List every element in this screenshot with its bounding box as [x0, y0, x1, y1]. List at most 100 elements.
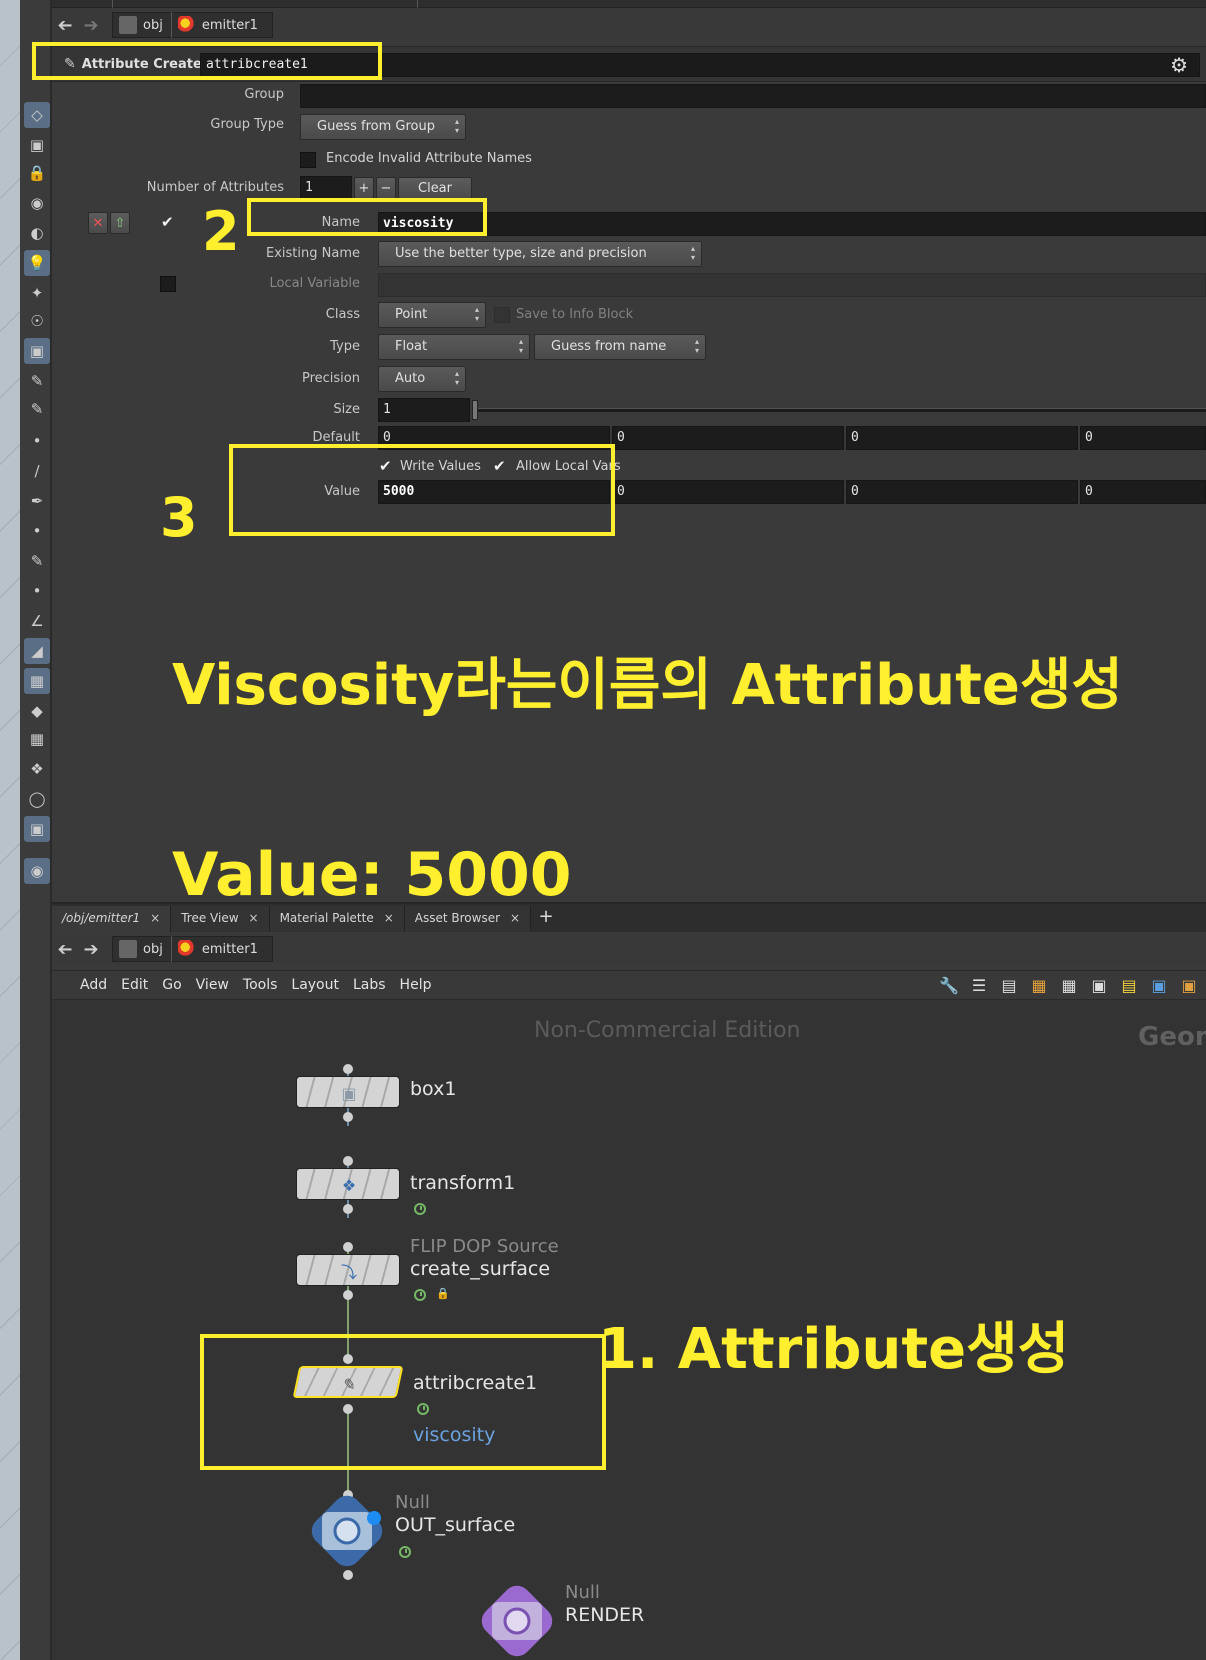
forward-arrow-icon[interactable]: ➔ — [78, 938, 104, 960]
node-label-create-surface[interactable]: create_surface — [410, 1258, 550, 1280]
tab-tree-view[interactable]: Tree View × — [171, 906, 270, 932]
angle-icon[interactable]: ∠ — [24, 608, 50, 634]
tab-network[interactable]: /obj/emitter1 × — [52, 906, 172, 932]
node-create-surface[interactable]: ⤵ — [296, 1254, 400, 1286]
grid-icon[interactable]: ▦ — [24, 726, 50, 752]
output-port[interactable] — [343, 1290, 353, 1300]
breadcrumb-root[interactable]: obj — [143, 18, 163, 33]
image-icon[interactable]: ▣ — [1148, 974, 1170, 996]
output-port[interactable] — [343, 1204, 353, 1214]
measure-alt-icon[interactable]: • — [24, 578, 50, 604]
name-field[interactable]: viscosity — [378, 212, 1206, 236]
group-field[interactable] — [300, 84, 1206, 108]
null-node-render-icon[interactable] — [480, 1584, 554, 1658]
circle-icon[interactable]: ◯ — [24, 786, 50, 812]
node-transform1[interactable]: ❖ — [296, 1168, 400, 1200]
edge-icon[interactable]: ∕ — [24, 458, 50, 484]
breadcrumb-root[interactable]: obj — [143, 942, 163, 957]
node-label-out-surface[interactable]: OUT_surface — [395, 1514, 515, 1536]
value-field-4[interactable]: 0 — [1080, 480, 1206, 504]
diamond-icon[interactable]: ◆ — [24, 698, 50, 724]
wrench-icon[interactable]: 🔧 — [938, 974, 960, 996]
insert-entry-icon[interactable]: ⇧ — [110, 212, 130, 234]
camera-icon[interactable]: ▣ — [24, 338, 50, 364]
gear-icon[interactable]: ⚙ — [1170, 53, 1188, 77]
menu-add[interactable]: Add — [80, 977, 107, 993]
breadcrumb[interactable]: obj emitter1 — [112, 12, 273, 38]
output-port[interactable] — [343, 1112, 353, 1122]
breadcrumb-node[interactable]: emitter1 — [202, 942, 258, 957]
group-type-menu[interactable]: Guess from Group — [300, 114, 466, 140]
light-alt-icon[interactable]: ✦ — [24, 280, 50, 306]
close-icon[interactable]: × — [510, 911, 520, 932]
breadcrumb-node[interactable]: emitter1 — [202, 18, 258, 33]
forward-arrow-icon[interactable]: ➔ — [78, 14, 104, 36]
enable-entry-checkbox[interactable] — [160, 213, 176, 232]
tab-asset-browser[interactable]: Asset Browser × — [404, 906, 532, 932]
breadcrumb[interactable]: obj emitter1 — [112, 936, 273, 962]
precision-menu[interactable]: Auto — [378, 366, 466, 392]
input-port[interactable] — [343, 1242, 353, 1252]
num-attributes-field[interactable]: 1 — [300, 176, 352, 200]
add-attribute-button[interactable]: + — [354, 177, 374, 199]
menu-layout[interactable]: Layout — [291, 977, 339, 993]
handle-icon[interactable]: ❖ — [24, 756, 50, 782]
geometry-tool-icon[interactable]: ▣ — [24, 132, 50, 158]
network-box-icon[interactable]: ▣ — [1088, 974, 1110, 996]
type-guess-menu[interactable]: Guess from name — [534, 334, 706, 360]
menu-labs[interactable]: Labs — [353, 977, 386, 993]
back-arrow-icon[interactable]: ➔ — [52, 14, 78, 36]
clear-button[interactable]: Clear — [398, 177, 472, 199]
node-label-render[interactable]: RENDER — [565, 1604, 644, 1626]
input-port[interactable] — [343, 1156, 353, 1166]
save-info-checkbox[interactable] — [494, 307, 510, 323]
menu-view[interactable]: View — [196, 977, 229, 993]
close-icon[interactable]: × — [249, 911, 259, 932]
existing-name-menu[interactable]: Use the better type, size and precision — [378, 241, 702, 267]
lamp-icon[interactable]: ☉ — [24, 308, 50, 334]
box-icon[interactable]: ▣ — [1178, 974, 1200, 996]
menu-tools[interactable]: Tools — [243, 977, 278, 993]
node-label-transform1[interactable]: transform1 — [410, 1172, 515, 1194]
add-tab-button[interactable]: + — [531, 906, 561, 932]
null-node-out-surface-icon[interactable] — [310, 1494, 384, 1568]
encode-checkbox[interactable] — [300, 152, 316, 168]
default-field-2[interactable]: 0 — [612, 426, 844, 450]
network-editor[interactable]: Non-Commercial Edition Geom ▣ box1 ❖ tra… — [52, 1000, 1206, 1660]
image-icon[interactable]: ▣ — [24, 816, 50, 842]
paint-icon[interactable]: ✎ — [24, 396, 50, 422]
pen-icon[interactable]: ✒ — [24, 488, 50, 514]
lock-icon[interactable]: 🔒 — [24, 160, 50, 186]
sphere-icon[interactable]: ◐ — [24, 220, 50, 246]
node-box1[interactable]: ▣ — [296, 1076, 400, 1108]
class-menu[interactable]: Point — [378, 302, 486, 328]
value-field-3[interactable]: 0 — [846, 480, 1078, 504]
pin-icon[interactable]: ◉ — [24, 190, 50, 216]
input-port[interactable] — [343, 1064, 353, 1074]
measure-icon[interactable]: • — [24, 518, 50, 544]
tree-icon[interactable]: ☰ — [968, 974, 990, 996]
sticky-note-icon[interactable]: ▤ — [1118, 974, 1140, 996]
node-label-box1[interactable]: box1 — [410, 1078, 456, 1100]
remove-attribute-button[interactable]: − — [376, 177, 396, 199]
layout-grid-icon[interactable]: ▦ — [1058, 974, 1080, 996]
color-grid-icon[interactable]: ▦ — [1028, 974, 1050, 996]
output-port[interactable] — [343, 1570, 353, 1580]
close-icon[interactable]: × — [384, 911, 394, 932]
local-variable-checkbox[interactable] — [160, 276, 176, 292]
list-icon[interactable]: ▤ — [998, 974, 1020, 996]
sculpt-icon[interactable]: ✎ — [24, 548, 50, 574]
delete-entry-icon[interactable]: ✕ — [88, 212, 108, 234]
texture-icon[interactable]: ▦ — [24, 668, 50, 694]
point-icon[interactable]: • — [24, 428, 50, 454]
type-menu[interactable]: Float — [378, 334, 530, 360]
value-field-2[interactable]: 0 — [612, 480, 844, 504]
size-field[interactable]: 1 — [378, 398, 470, 422]
light-icon[interactable]: 💡 — [24, 250, 50, 276]
default-field-3[interactable]: 0 — [846, 426, 1078, 450]
shade-icon[interactable]: ◢ — [24, 638, 50, 664]
size-slider[interactable] — [472, 408, 1206, 412]
menu-edit[interactable]: Edit — [121, 977, 148, 993]
close-icon[interactable]: × — [150, 911, 160, 932]
menu-help[interactable]: Help — [400, 977, 432, 993]
